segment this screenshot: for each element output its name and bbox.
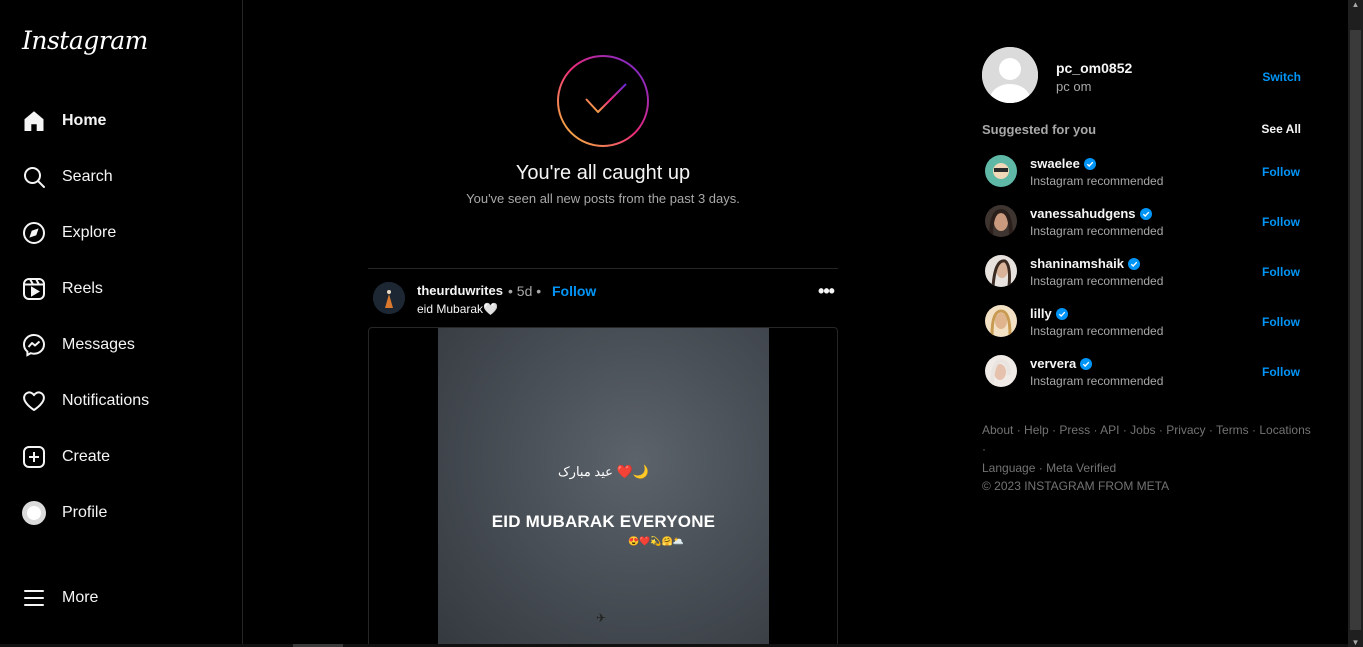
sidebar-item-messages[interactable]: Messages [12,323,232,367]
suggestion-username[interactable]: vanessahudgens [1030,206,1152,221]
sidebar-item-create[interactable]: Create [12,435,232,479]
post-username[interactable]: theurduwrites [417,283,503,298]
switch-account-button[interactable]: Switch [1262,70,1301,84]
copyright: © 2023 INSTAGRAM FROM META [982,479,1170,493]
reels-icon [21,276,47,302]
sidebar-item-label: Search [62,168,113,185]
post-follow-button[interactable]: Follow [552,283,596,299]
scroll-down-icon[interactable]: ▼ [1351,638,1360,647]
post-avatar[interactable] [373,282,405,314]
vertical-scrollbar[interactable]: ▲ ▼ [1348,0,1363,647]
search-icon [21,164,47,190]
account-username[interactable]: pc_om0852 [1056,60,1132,76]
footer-link-help[interactable]: Help [1024,423,1049,437]
divider [368,268,838,269]
suggestion-subtitle: Instagram recommended [1030,324,1164,338]
suggestion-avatar[interactable] [985,255,1017,287]
sidebar-item-label: Profile [62,504,108,521]
sidebar-item-notifications[interactable]: Notifications [12,379,232,423]
account-avatar[interactable] [982,47,1038,103]
home-icon [21,108,47,134]
post-header: theurduwrites • 5d • Follow eid Mubarak🤍… [368,280,838,320]
account-name: pc om [1056,79,1092,94]
scrollbar-thumb[interactable] [1350,30,1361,630]
verified-badge-icon [1127,257,1140,270]
sidebar-item-reels[interactable]: Reels [12,267,232,311]
footer-link-terms[interactable]: Terms [1216,423,1249,437]
footer-link-meta-verified[interactable]: Meta Verified [1046,461,1116,475]
suggestion-subtitle: Instagram recommended [1030,274,1164,288]
suggestion-item: shaninamshaik Instagram recommended Foll… [985,255,1302,299]
plus-square-icon [21,444,47,470]
verified-badge-icon [1083,157,1096,170]
caught-up-subtitle: You've seen all new posts from the past … [466,191,740,206]
avatar-icon [21,500,47,526]
footer-link-privacy[interactable]: Privacy [1166,423,1205,437]
sidebar-item-label: More [62,589,99,606]
suggestion-username[interactable]: shaninamshaik [1030,256,1140,271]
follow-button[interactable]: Follow [1262,365,1300,379]
messenger-icon [21,332,47,358]
footer-link-language[interactable]: Language [982,461,1035,475]
post-image: عید مبارک ❤️🌙 EID MUBARAK EVERYONE 😍❤️💫🤗… [438,328,769,647]
follow-button[interactable]: Follow [1262,215,1300,229]
image-emoji-text: 😍❤️💫🤗🌥️ [628,536,685,546]
checkmark-icon [556,54,650,148]
sidebar-item-label: Explore [62,224,117,241]
verified-badge-icon [1139,207,1152,220]
more-options-icon[interactable]: ••• [816,282,836,306]
suggestion-subtitle: Instagram recommended [1030,224,1164,238]
follow-button[interactable]: Follow [1262,315,1300,329]
see-all-button[interactable]: See All [1261,122,1301,136]
sidebar: Instagram Home Search Explore Reels Mess… [0,0,243,647]
suggestion-subtitle: Instagram recommended [1030,174,1164,188]
caught-up-title: You're all caught up [515,162,691,184]
suggestion-item: lilly Instagram recommended Follow [985,305,1302,349]
post-caption: eid Mubarak🤍 [417,302,498,316]
footer-link-about[interactable]: About [982,423,1013,437]
airplane-icon: ✈ [596,611,607,625]
sidebar-item-label: Messages [62,336,135,353]
suggestion-avatar[interactable] [985,355,1017,387]
suggestion-avatar[interactable] [985,305,1017,337]
verified-badge-icon [1055,307,1068,320]
scroll-up-icon[interactable]: ▲ [1351,0,1360,9]
footer-link-locations[interactable]: Locations [1259,423,1310,437]
caught-up-section: You're all caught up You've seen all new… [368,54,838,206]
suggestion-item: ververa Instagram recommended Follow [985,355,1302,399]
sidebar-item-label: Create [62,448,111,465]
sidebar-item-profile[interactable]: Profile [12,491,232,535]
sidebar-item-explore[interactable]: Explore [12,211,232,255]
sidebar-item-search[interactable]: Search [12,155,232,199]
post-media[interactable]: عید مبارک ❤️🌙 EID MUBARAK EVERYONE 😍❤️💫🤗… [368,327,838,647]
suggestion-subtitle: Instagram recommended [1030,374,1164,388]
suggestion-username[interactable]: swaelee [1030,156,1096,171]
sidebar-item-label: Home [62,112,107,129]
sidebar-item-label: Reels [62,280,103,297]
suggestion-avatar[interactable] [985,155,1017,187]
heart-icon [21,388,47,414]
footer-link-press[interactable]: Press [1059,423,1090,437]
follow-button[interactable]: Follow [1262,265,1300,279]
footer-link-api[interactable]: API [1100,423,1119,437]
footer-link-jobs[interactable]: Jobs [1130,423,1155,437]
verified-badge-icon [1080,357,1093,370]
compass-icon [21,220,47,246]
instagram-logo[interactable]: Instagram [22,26,148,55]
suggestion-item: swaelee Instagram recommended Follow [985,155,1302,199]
sidebar-item-home[interactable]: Home [12,99,232,143]
image-title-text: EID MUBARAK EVERYONE [491,512,716,531]
suggestion-avatar[interactable] [985,205,1017,237]
suggestion-username[interactable]: lilly [1030,306,1068,321]
follow-button[interactable]: Follow [1262,165,1300,179]
sidebar-item-more[interactable]: More [12,576,232,620]
sidebar-item-label: Notifications [62,392,150,409]
suggestion-username[interactable]: ververa [1030,356,1093,371]
footer-links: About · Help · Press · API · Jobs · Priv… [982,423,1311,475]
suggestion-item: vanessahudgens Instagram recommended Fol… [985,205,1302,249]
image-urdu-text: عید مبارک ❤️🌙 [558,464,649,479]
post-age: • 5d • [508,283,542,299]
menu-icon [21,585,47,611]
suggestions-title: Suggested for you [982,122,1097,137]
